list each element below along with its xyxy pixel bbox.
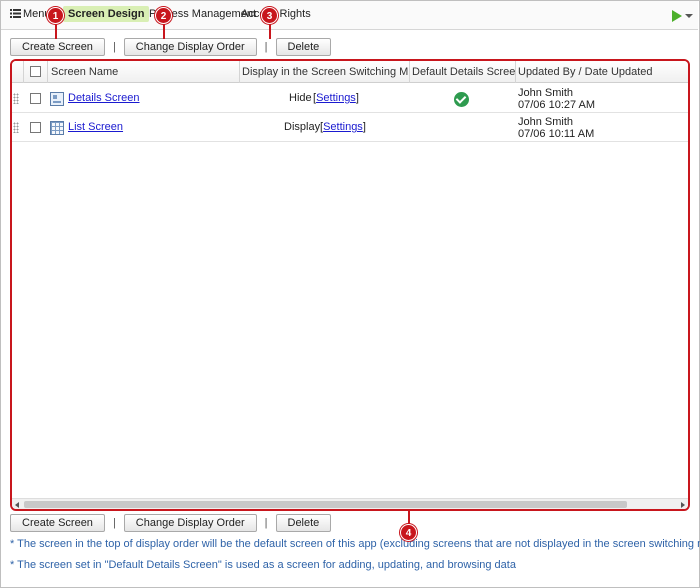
screen-name-link[interactable]: List Screen xyxy=(68,121,123,133)
callout-leader xyxy=(55,24,57,39)
create-screen-button[interactable]: Create Screen xyxy=(10,38,105,56)
separator: | xyxy=(264,517,268,529)
toolbar-top: Create Screen | Change Display Order | D… xyxy=(10,38,332,56)
screen-list-table: Screen Name Display in the Screen Switch… xyxy=(10,59,690,511)
horizontal-scrollbar[interactable] xyxy=(12,498,688,509)
settings-link[interactable]: Settings xyxy=(316,92,356,104)
display-status: Hide xyxy=(289,92,312,104)
scroll-right-icon[interactable] xyxy=(681,502,685,508)
play-icon[interactable] xyxy=(672,10,682,22)
callout-badge: 2 xyxy=(155,7,172,24)
menu-button[interactable]: Menu xyxy=(10,8,51,20)
delete-button[interactable]: Delete xyxy=(275,38,332,56)
drag-handle-icon[interactable] xyxy=(13,93,19,104)
callout-leader xyxy=(163,24,165,39)
column-default-details[interactable]: Default Details Screen xyxy=(410,61,516,83)
create-screen-button[interactable]: Create Screen xyxy=(10,514,105,532)
delete-button[interactable]: Delete xyxy=(275,514,332,532)
separator: | xyxy=(112,41,116,53)
callout-badge: 4 xyxy=(400,524,417,541)
drag-handle-icon[interactable] xyxy=(13,122,19,133)
note-default-details: * The screen set in "Default Details Scr… xyxy=(10,559,516,571)
scroll-left-icon[interactable] xyxy=(15,502,19,508)
callout-badge: 3 xyxy=(261,7,278,24)
details-screen-icon xyxy=(50,92,64,106)
row-checkbox[interactable] xyxy=(30,93,41,104)
callout-leader xyxy=(269,24,271,39)
grip-column xyxy=(12,61,24,83)
row-checkbox[interactable] xyxy=(30,122,41,133)
note-default-screen: * The screen in the top of display order… xyxy=(10,538,700,550)
scrollbar-thumb[interactable] xyxy=(24,501,627,508)
check-circle-icon xyxy=(454,92,469,107)
callout-leader xyxy=(408,511,410,524)
callout-badge: 1 xyxy=(47,7,64,24)
updated-by: John Smith xyxy=(518,116,574,128)
updated-date: 07/06 10:11 AM xyxy=(518,128,595,140)
column-screen-name[interactable]: Screen Name xyxy=(48,61,240,83)
top-nav: Menu Process Management Access Rights Sc… xyxy=(1,1,698,30)
select-all-checkbox[interactable] xyxy=(30,66,41,77)
toolbar-bottom: Create Screen | Change Display Order | D… xyxy=(10,514,332,532)
display-status: Display xyxy=(284,121,321,133)
settings-link-wrap: [Settings] xyxy=(320,121,366,133)
separator: | xyxy=(112,517,116,529)
list-screen-icon xyxy=(50,121,64,135)
settings-link-wrap: [Settings] xyxy=(313,92,359,104)
table-row[interactable]: Details Screen Hide [Settings] John Smit… xyxy=(12,84,688,113)
change-display-order-button[interactable]: Change Display Order xyxy=(123,38,257,56)
change-display-order-button[interactable]: Change Display Order xyxy=(123,514,257,532)
settings-link[interactable]: Settings xyxy=(323,121,363,133)
tab-screen-design[interactable]: Screen Design xyxy=(63,6,150,22)
menu-icon xyxy=(10,9,21,18)
screen-name-link[interactable]: Details Screen xyxy=(68,92,140,104)
column-display-in-switching[interactable]: Display in the Screen Switching M... xyxy=(240,61,410,83)
separator: | xyxy=(264,41,268,53)
chevron-down-icon[interactable] xyxy=(685,14,693,18)
updated-date: 07/06 10:27 AM xyxy=(518,99,596,111)
updated-by: John Smith xyxy=(518,87,574,99)
table-header: Screen Name Display in the Screen Switch… xyxy=(12,61,688,83)
table-row[interactable]: List Screen Display [Settings] John Smit… xyxy=(12,113,688,142)
select-all-column xyxy=(24,61,48,83)
column-updated[interactable]: Updated By / Date Updated xyxy=(516,61,688,83)
